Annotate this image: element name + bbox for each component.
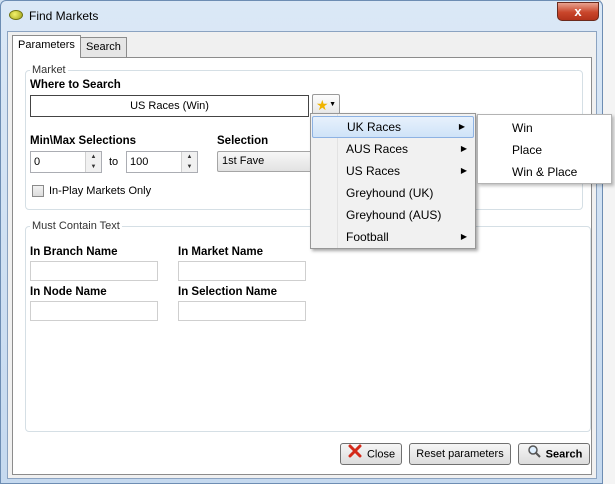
to-label: to <box>109 156 119 168</box>
magnifier-icon <box>526 444 542 465</box>
min-selections-value: 0 <box>34 156 41 168</box>
branch-name-input[interactable] <box>30 261 158 281</box>
max-selections-value: 100 <box>130 156 149 168</box>
must-contain-legend: Must Contain Text <box>32 220 120 232</box>
market-name-label: In Market Name <box>178 246 264 258</box>
selection-dropdown[interactable]: 1st Fave <box>217 151 317 172</box>
inplay-label: In-Play Markets Only <box>49 185 152 197</box>
tab-parameters[interactable]: Parameters <box>12 35 81 58</box>
inplay-checkbox[interactable] <box>32 185 44 197</box>
branch-name-label: In Branch Name <box>30 246 118 258</box>
min-spin-buttons[interactable]: ▲ ▼ <box>85 152 101 172</box>
submenu-arrow-icon: ▶ <box>460 232 467 241</box>
max-selections-spinner[interactable]: 100 ▲ ▼ <box>126 151 198 173</box>
where-to-search-field[interactable]: US Races (Win) <box>30 95 309 117</box>
menu-item-label: UK Races <box>347 120 402 134</box>
min-max-selections-label: Min\Max Selections <box>30 135 137 147</box>
reset-parameters-button[interactable]: Reset parameters <box>409 443 511 465</box>
spin-up-icon[interactable]: ▲ <box>182 152 197 162</box>
submenu-arrow-icon: ▶ <box>460 166 467 175</box>
submenu-arrow-icon: ▶ <box>458 122 465 131</box>
spin-down-icon[interactable]: ▼ <box>182 162 197 172</box>
submenu-arrow-icon: ▶ <box>460 144 467 153</box>
menu-item-label: Greyhound (AUS) <box>346 208 442 222</box>
app-icon <box>9 10 23 20</box>
menu-item-us-races[interactable]: US Races ▶ <box>311 160 475 182</box>
spin-up-icon[interactable]: ▲ <box>86 152 101 162</box>
menu-item-greyhound-aus[interactable]: Greyhound (AUS) <box>311 204 475 226</box>
menu-item-label: AUS Races <box>346 142 409 156</box>
star-icon: ★ <box>316 97 329 113</box>
selection-label: Selection <box>217 135 269 147</box>
min-selections-spinner[interactable]: 0 ▲ ▼ <box>30 151 102 173</box>
search-button[interactable]: Search <box>518 443 590 465</box>
submenu-item-win[interactable]: Win <box>478 117 611 139</box>
favorites-menu: UK Races ▶ AUS Races ▶ US Races ▶ Greyhound… <box>310 113 476 249</box>
market-name-input[interactable] <box>178 261 306 281</box>
menu-item-label: US Races <box>346 164 401 178</box>
window-close-button[interactable]: x <box>557 2 599 21</box>
menu-item-label: Football <box>346 230 389 244</box>
spin-down-icon[interactable]: ▼ <box>86 162 101 172</box>
uk-races-submenu: Win Place Win & Place <box>477 114 612 184</box>
submenu-item-win-and-place[interactable]: Win & Place <box>478 161 611 183</box>
market-group-legend: Market <box>32 64 66 76</box>
dialog-client-area: Parameters Search Market Where to Search… <box>7 31 597 479</box>
title-bar[interactable]: Find Markets x <box>1 1 602 31</box>
selection-name-label: In Selection Name <box>178 286 278 298</box>
menu-item-football[interactable]: Football ▶ <box>311 226 475 248</box>
menu-item-greyhound-uk[interactable]: Greyhound (UK) <box>311 182 475 204</box>
search-button-label: Search <box>545 448 583 461</box>
close-button[interactable]: Close <box>340 443 402 465</box>
red-x-icon <box>347 444 363 465</box>
node-name-label: In Node Name <box>30 286 107 298</box>
node-name-input[interactable] <box>30 301 158 321</box>
find-markets-dialog: Find Markets x Parameters Search Market … <box>0 0 603 484</box>
close-button-label: Close <box>366 448 396 461</box>
submenu-item-place[interactable]: Place <box>478 139 611 161</box>
window-title: Find Markets <box>29 9 99 23</box>
max-spin-buttons[interactable]: ▲ ▼ <box>181 152 197 172</box>
selection-name-input[interactable] <box>178 301 306 321</box>
chevron-down-icon: ▼ <box>329 101 336 108</box>
menu-item-label: Greyhound (UK) <box>346 186 434 200</box>
tab-search[interactable]: Search <box>80 37 127 57</box>
menu-item-uk-races[interactable]: UK Races ▶ <box>312 116 474 138</box>
menu-item-aus-races[interactable]: AUS Races ▶ <box>311 138 475 160</box>
where-to-search-label: Where to Search <box>30 79 121 91</box>
